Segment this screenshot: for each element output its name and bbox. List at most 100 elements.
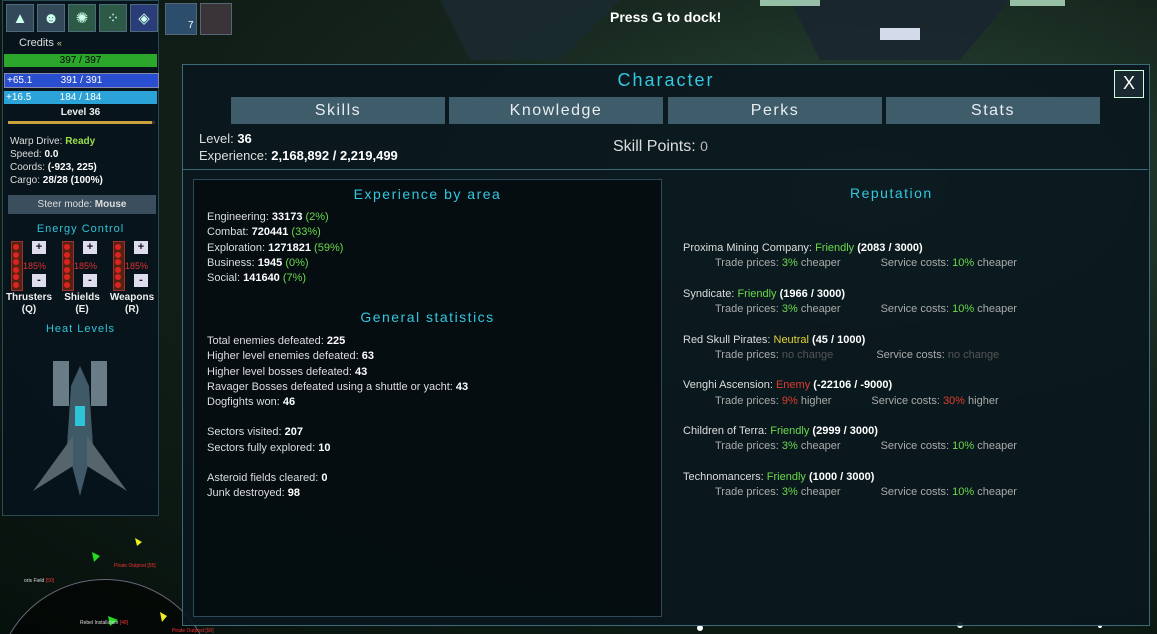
statistic-label: Junk destroyed: bbox=[207, 487, 285, 500]
trade-prices-label: Trade prices: bbox=[715, 440, 779, 453]
service-costs-direction: cheaper bbox=[977, 257, 1017, 270]
faction-standing: Friendly bbox=[815, 242, 855, 254]
tab-stats[interactable]: Stats bbox=[886, 97, 1100, 124]
weapons-label: Weapons (R) bbox=[107, 292, 157, 316]
statistic-value: 98 bbox=[287, 487, 300, 500]
trade-prices-direction: cheaper bbox=[800, 440, 841, 453]
trade-prices-direction: cheaper bbox=[800, 303, 841, 316]
statistic-value: 63 bbox=[361, 350, 374, 363]
experience-row-label: Engineering: bbox=[207, 211, 269, 223]
experience-row: Engineering: 33173 (2%) bbox=[207, 210, 343, 225]
thrusters-minus-button[interactable]: - bbox=[32, 274, 46, 287]
coords-label: Coords: bbox=[10, 162, 46, 173]
xp-bar bbox=[8, 121, 155, 124]
faction-standing: Friendly bbox=[770, 425, 810, 438]
faction-standing: Friendly bbox=[737, 287, 777, 300]
trade-prices-direction: cheaper bbox=[800, 257, 841, 270]
shield-value: 391 / 391 bbox=[60, 75, 103, 86]
shields-name: Shields bbox=[64, 292, 100, 303]
faction-reputation: Red Skull Pirates: Neutral (45 / 1000) Tr… bbox=[683, 333, 999, 364]
steer-mode-button[interactable]: Steer mode: Mouse bbox=[8, 195, 156, 214]
statistic-row: Higher level enemies defeated: 63 bbox=[207, 349, 468, 364]
statistic-label: Higher level enemies defeated: bbox=[207, 350, 359, 363]
general-statistics-title: General statistics bbox=[360, 309, 495, 325]
hud-icon-row: ▲ ☻ ✺ ⁘ ◈ bbox=[6, 4, 158, 32]
statistic-value: 10 bbox=[318, 441, 331, 454]
cargo-label: Cargo: bbox=[10, 175, 41, 186]
weapons-key: (R) bbox=[125, 304, 139, 315]
statistic-row: Asteroid fields cleared: 0 bbox=[207, 471, 468, 486]
trade-prices-value: no change bbox=[781, 348, 834, 361]
experience-row-label: Social: bbox=[207, 272, 241, 285]
shields-key: (E) bbox=[75, 304, 89, 315]
faction-name: Red Skull Pirates: bbox=[683, 333, 771, 346]
trade-prices-value: 3% bbox=[781, 257, 798, 270]
service-costs-direction: cheaper bbox=[977, 303, 1017, 316]
panel-title: Character bbox=[617, 70, 715, 90]
warp-value: Ready bbox=[65, 136, 96, 147]
weapon-item-slot[interactable] bbox=[200, 3, 232, 35]
experience-row-label: Business: bbox=[207, 256, 255, 269]
experience-value: 2,168,892 / 2,219,499 bbox=[271, 148, 398, 163]
experience-by-area-title: Experience by area bbox=[353, 186, 502, 202]
codex-icon[interactable]: ◈ bbox=[130, 4, 158, 32]
speed-value: 0.0 bbox=[44, 149, 59, 160]
service-costs-label: Service costs: bbox=[871, 394, 940, 407]
steer-label: Steer mode: bbox=[37, 199, 93, 210]
radar-label-1: oris Field [50] bbox=[24, 578, 55, 584]
experience-row-value: 33173 bbox=[271, 211, 303, 223]
experience-row-pct: (0%) bbox=[285, 256, 309, 269]
experience-row: Social: 141640 (7%) bbox=[207, 271, 343, 286]
faction-standing: Friendly bbox=[766, 471, 806, 483]
service-costs-label: Service costs: bbox=[880, 303, 950, 316]
tab-perks[interactable]: Perks bbox=[668, 97, 882, 124]
shields-minus-button[interactable]: - bbox=[83, 274, 97, 287]
trade-prices-direction: higher bbox=[800, 394, 832, 407]
close-button[interactable]: X bbox=[1114, 70, 1144, 98]
experience-row-value: 1945 bbox=[257, 256, 283, 269]
faction-score: (2083 / 3000) bbox=[857, 242, 923, 254]
experience-row-value: 720441 bbox=[251, 226, 289, 239]
trade-prices-label: Trade prices: bbox=[715, 303, 779, 316]
experience-row-label: Combat: bbox=[207, 226, 249, 239]
service-costs-value: 30% bbox=[942, 394, 965, 407]
faction-standing: Enemy bbox=[775, 379, 811, 392]
galaxy-map-icon[interactable]: ✺ bbox=[68, 4, 96, 32]
weapons-plus-button[interactable]: + bbox=[134, 241, 148, 254]
reputation-title: Reputation bbox=[850, 185, 933, 201]
faction-name: Proxima Mining Company: bbox=[683, 242, 812, 254]
faction-reputation: Venghi Ascension: Enemy (-22106 / -9000)… bbox=[683, 378, 999, 409]
player-ship-icon bbox=[33, 361, 127, 496]
statistic-value: 43 bbox=[455, 380, 469, 393]
energy-control-title: Energy Control bbox=[36, 223, 125, 235]
statistic-label: Asteroid fields cleared: bbox=[207, 472, 319, 485]
thrusters-plus-button[interactable]: + bbox=[32, 241, 46, 254]
character-panel: Character X Skills Knowledge Perks Stats… bbox=[182, 64, 1150, 626]
pilot-icon[interactable]: ☻ bbox=[37, 4, 65, 32]
statistic-row: Sectors fully explored: 10 bbox=[207, 441, 468, 456]
ship-icon[interactable]: ▲ bbox=[6, 4, 34, 32]
faction-reputation: Technomancers: Friendly (1000 / 3000) Tra… bbox=[683, 470, 1017, 501]
service-costs-label: Service costs: bbox=[880, 257, 950, 270]
shields-energy-pct: 185% bbox=[74, 261, 98, 271]
statistic-row: Dogfights won: 46 bbox=[207, 395, 468, 410]
tab-knowledge[interactable]: Knowledge bbox=[449, 97, 663, 124]
trade-prices-label: Trade prices: bbox=[715, 257, 779, 270]
weapons-minus-button[interactable]: - bbox=[134, 274, 148, 287]
faction-score: (45 / 1000) bbox=[812, 333, 866, 346]
tab-skills[interactable]: Skills bbox=[231, 97, 445, 124]
heat-levels-title: Heat Levels bbox=[45, 323, 116, 335]
experience-row: Business: 1945 (0%) bbox=[207, 256, 343, 271]
sector-map-icon[interactable]: ⁘ bbox=[99, 4, 127, 32]
level-value: 36 bbox=[237, 131, 252, 146]
experience-row: Combat: 720441 (33%) bbox=[207, 225, 343, 240]
experience-row-label: Exploration: bbox=[207, 241, 266, 254]
trade-prices-value: 3% bbox=[781, 440, 798, 453]
shields-plus-button[interactable]: + bbox=[83, 241, 97, 254]
statistic-row: Junk destroyed: 98 bbox=[207, 486, 468, 501]
experience-row-value: 1271821 bbox=[268, 241, 311, 254]
weapons-energy-cells bbox=[115, 244, 121, 289]
statistic-label: Total enemies defeated: bbox=[207, 335, 324, 347]
thrusters-name: Thrusters bbox=[5, 292, 53, 303]
trade-prices-label: Trade prices: bbox=[715, 348, 779, 361]
